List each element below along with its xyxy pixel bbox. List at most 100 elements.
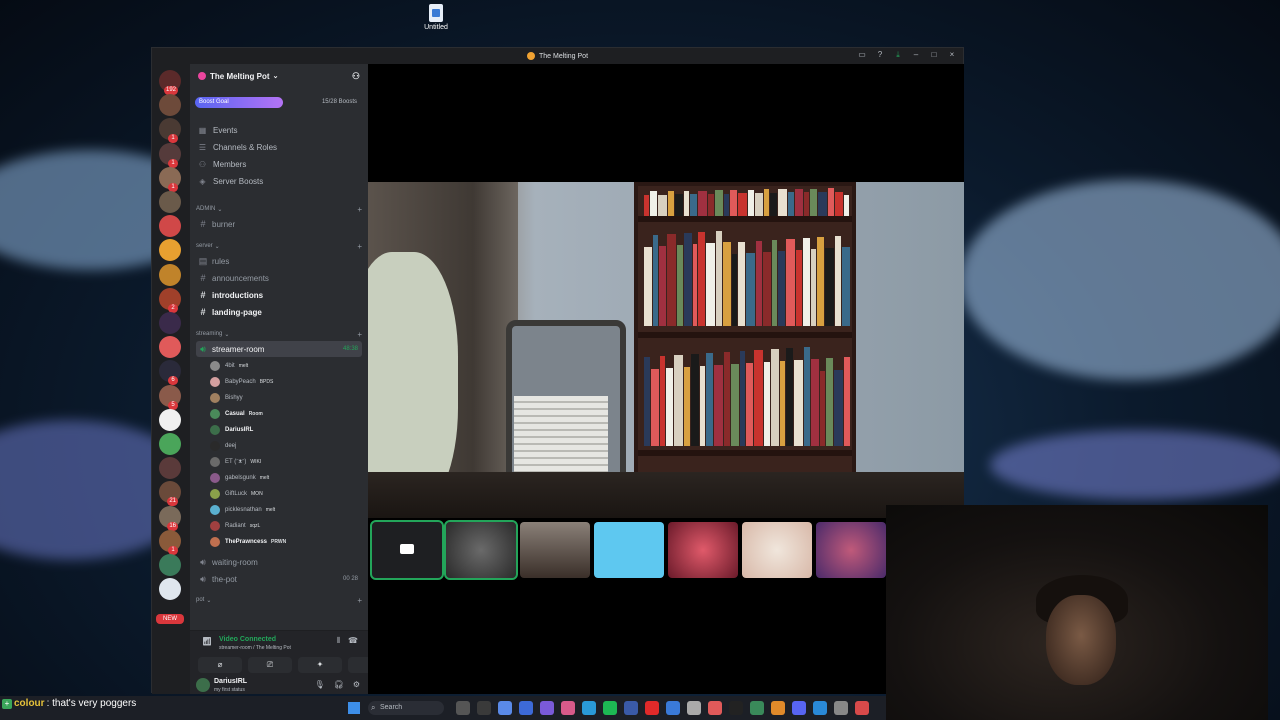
app-icon[interactable] [687,701,701,715]
voice-location[interactable]: streamer-room / The Melting Pot [219,645,291,651]
app-icon[interactable] [498,701,512,715]
screen-share-button[interactable]: ⎚ [248,657,292,673]
participant-tile[interactable] [370,520,444,580]
server-icon[interactable]: 1 [159,118,181,144]
app-icon[interactable] [834,701,848,715]
channel-rules[interactable]: ▤ rules [196,253,362,269]
server-icon[interactable]: 1 [159,166,181,192]
app-icon[interactable] [624,701,638,715]
participant-tile[interactable] [444,520,518,580]
boost-goal[interactable]: Boost Goal 15/28 Boosts [195,97,361,108]
voice-participant[interactable]: Bishyy [210,390,360,406]
menu-events[interactable]: ▦ Events [198,122,238,138]
menu-channels-roles[interactable]: ☰ Channels & Roles [198,139,277,155]
server-icon[interactable] [159,312,181,334]
app-icon[interactable] [729,701,743,715]
channel-announcements[interactable]: # announcements [196,270,362,286]
add-channel-icon[interactable]: + [357,242,362,251]
main-video-feed[interactable] [368,182,964,518]
participant-tile[interactable] [594,522,664,578]
server-icon[interactable]: 1 [159,529,181,555]
participant-tile[interactable] [668,522,738,578]
participant-tile[interactable] [816,522,886,578]
app-icon[interactable] [771,701,785,715]
menu-members[interactable]: ⚇ Members [198,156,246,172]
voice-participant[interactable]: 4bit melt [210,358,360,374]
app-icon[interactable] [603,701,617,715]
menu-server-boosts[interactable]: ◈ Server Boosts [198,173,263,189]
server-icon[interactable] [159,457,181,480]
server-icon[interactable] [159,554,181,576]
channel-burner[interactable]: # burner [196,216,362,232]
noise-suppression-icon[interactable]: ⫴ [337,636,340,646]
voice-participant[interactable]: DariusIRL [210,422,360,438]
participant-tile[interactable] [742,522,812,578]
close-button[interactable]: × [947,50,957,60]
app-icon[interactable] [456,701,470,715]
download-icon[interactable]: ⤓ [893,50,903,60]
activities-button[interactable]: ✦ [298,657,342,673]
app-icon[interactable] [582,701,596,715]
app-icon[interactable] [708,701,722,715]
category-admin[interactable]: ADMIN ⌄ + [196,203,362,215]
app-icon[interactable] [645,701,659,715]
app-icon[interactable] [813,701,827,715]
app-icon[interactable] [855,701,869,715]
server-icon[interactable] [159,408,181,431]
server-icon[interactable] [159,215,181,238]
server-header[interactable]: The Melting Pot ⌄ ⚇ [190,64,368,88]
server-icon[interactable]: 6 [159,360,181,386]
voice-participant[interactable]: ThePrawncess PRWN [210,534,360,550]
voice-participant[interactable]: Radiant sqzL [210,518,360,534]
server-icon[interactable]: 1 [159,142,181,168]
app-icon[interactable] [666,701,680,715]
voice-status[interactable]: Video Connected [219,636,276,643]
desktop-file-icon[interactable]: Untitled [422,4,450,31]
maximize-button[interactable]: □ [929,50,939,60]
participant-tile[interactable] [520,522,590,578]
add-channel-icon[interactable]: + [357,596,362,605]
username[interactable]: DariusIRL [214,678,247,685]
channel-the-pot[interactable]: 🔊︎ the-pot 00 28 [196,571,362,587]
server-icon[interactable] [159,433,181,455]
microphone-icon[interactable]: 🎙︎ [315,680,325,689]
server-icon[interactable]: 5 [159,384,181,410]
headphones-icon[interactable]: 🎧︎ [334,680,344,689]
channel-streamer-room[interactable]: 🔊︎ streamer-room 48:38 [196,341,362,357]
app-icon[interactable] [750,701,764,715]
server-icon[interactable]: 21 [159,481,181,507]
help-icon[interactable]: ? [875,50,885,60]
add-channel-icon[interactable]: + [357,330,362,339]
server-icon[interactable]: 16 [159,505,181,531]
channel-introductions[interactable]: # introductions [196,287,362,303]
category-streaming[interactable]: streaming ⌄ + [196,328,362,340]
app-icon[interactable] [477,701,491,715]
server-icon[interactable]: 192 [159,70,181,95]
server-icon[interactable] [159,191,181,213]
channel-landing-page[interactable]: # landing-page [196,304,362,320]
add-channel-icon[interactable]: + [357,205,362,214]
app-icon[interactable] [561,701,575,715]
signal-icon[interactable]: 📶︎ [202,637,212,646]
invite-icon[interactable]: ⚇ [352,71,360,82]
app-icon[interactable] [519,701,533,715]
voice-participant[interactable]: Casual Room [210,406,360,422]
windows-start-icon[interactable] [348,702,360,714]
server-icon[interactable] [159,94,181,117]
taskbar-search[interactable]: Search [368,701,444,715]
disconnect-icon[interactable]: ☎ [348,636,358,646]
avatar[interactable] [196,678,210,692]
category-server[interactable]: server ⌄ + [196,240,362,252]
voice-participant[interactable]: deej [210,438,360,454]
voice-participant[interactable]: ET (ᵔᴥᵔ) WIKI [210,454,360,470]
server-icon[interactable]: 2 [159,287,181,313]
gear-icon[interactable]: ⚙ [353,680,360,689]
inbox-icon[interactable]: ▭ [857,50,867,60]
server-icon[interactable] [159,263,181,286]
voice-participant[interactable]: gabelsgunk melt [210,470,360,486]
app-icon[interactable] [540,701,554,715]
server-icon[interactable] [159,239,181,262]
camera-off-button[interactable]: ⌀ [198,657,242,673]
voice-participant[interactable]: picklesnathan melt [210,502,360,518]
minimize-button[interactable]: – [911,50,921,60]
